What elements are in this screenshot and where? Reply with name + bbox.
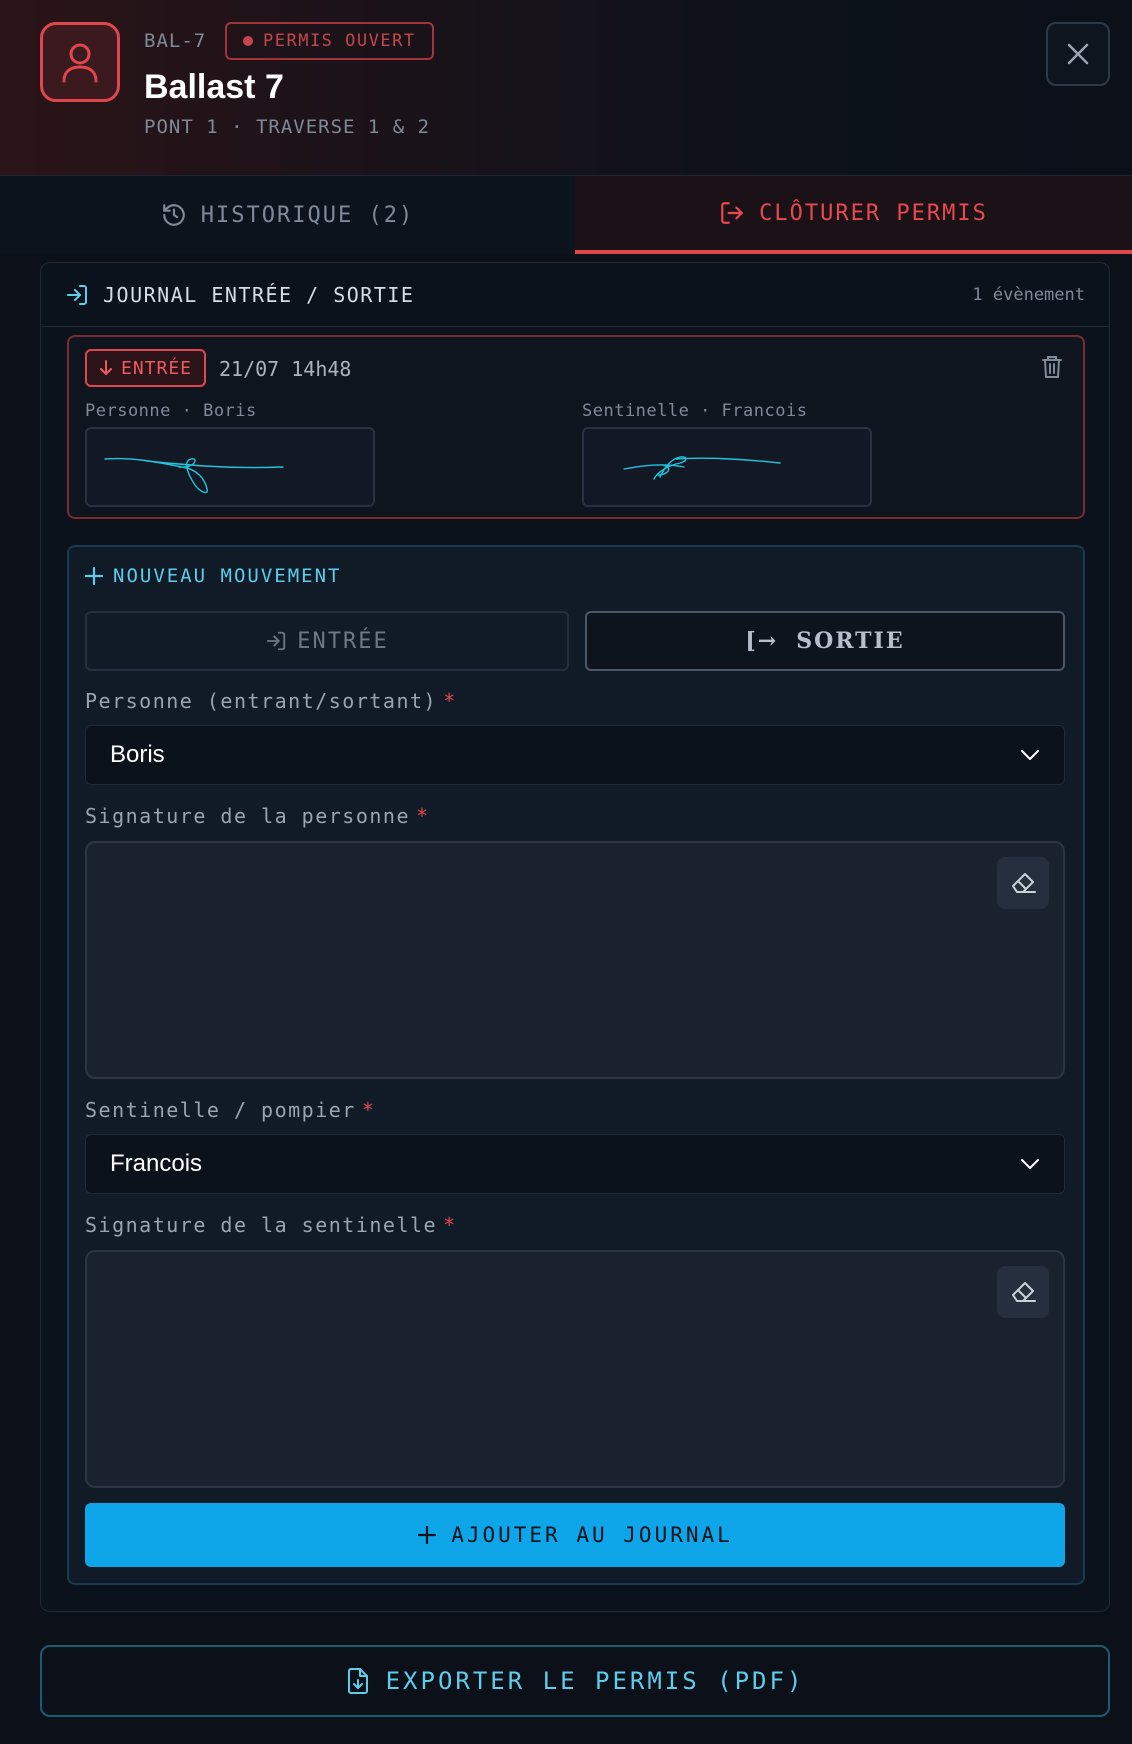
arrow-down-icon (100, 360, 112, 376)
person-field-label: Personne (entrant/sortant) * (85, 689, 457, 713)
logout-icon (721, 202, 743, 224)
history-icon (162, 204, 185, 226)
person-field-label-text: Personne (entrant/sortant) (85, 689, 438, 713)
sentinel-field-label-text: Sentinelle / pompier (85, 1098, 356, 1122)
close-icon (1067, 43, 1089, 65)
clear-person-signature-button[interactable] (997, 857, 1049, 909)
avatar (40, 22, 120, 102)
close-button[interactable] (1046, 22, 1110, 86)
file-download-icon (347, 1668, 368, 1694)
eraser-icon (1012, 1282, 1036, 1302)
person-select-value: Boris (110, 741, 165, 768)
required-mark: * (361, 1098, 376, 1122)
event-time: 21/07 14h48 (219, 357, 352, 381)
new-movement-title-label: NOUVEAU MOUVEMENT (113, 565, 342, 587)
permit-code: BAL-7 (144, 30, 207, 52)
log-event-card: ENTRÉE 21/07 14h48 Personne · Boris Sent… (67, 335, 1085, 519)
sentinel-select-value: Francois (110, 1150, 203, 1177)
toggle-entry-label: ENTRÉE (297, 628, 389, 654)
delete-event-button[interactable] (1041, 355, 1063, 383)
clear-sentinel-signature-button[interactable] (997, 1266, 1049, 1318)
plus-icon (418, 1525, 437, 1545)
person-signature-thumbnail (85, 427, 375, 507)
event-person-label: Personne · Boris (85, 401, 257, 421)
chevron-down-icon (1021, 1159, 1039, 1169)
tab-history-label: HISTORIQUE (2) (200, 202, 415, 228)
signature-drawing (623, 456, 781, 480)
sentinel-signature-label-text: Signature de la sentinelle (85, 1213, 438, 1237)
add-to-log-button[interactable]: AJOUTER AU JOURNAL (85, 1503, 1065, 1567)
login-icon (67, 284, 87, 305)
plus-icon (85, 567, 103, 585)
status-badge-label: PERMIS OUVERT (263, 31, 416, 51)
log-panel-header: JOURNAL ENTRÉE / SORTIE 1 évènement (41, 263, 1109, 327)
sentinel-signature-pad[interactable] (85, 1250, 1065, 1488)
toggle-exit-button[interactable]: [→ SORTIE (585, 611, 1065, 671)
page-subtitle: PONT 1 · TRAVERSE 1 & 2 (144, 116, 431, 138)
required-mark: * (415, 804, 430, 828)
log-title: JOURNAL ENTRÉE / SORTIE (103, 282, 415, 307)
user-icon (62, 43, 98, 83)
login-icon (267, 631, 286, 651)
event-sentinel-label: Sentinelle · Francois (582, 401, 808, 421)
export-pdf-label: EXPORTER LE PERMIS (PDF) (385, 1667, 805, 1695)
event-type-badge: ENTRÉE (85, 349, 207, 387)
person-select[interactable]: Boris (85, 725, 1065, 785)
person-signature-label-text: Signature de la personne (85, 804, 410, 828)
status-badge: PERMIS OUVERT (225, 22, 434, 60)
status-dot-icon (243, 36, 253, 46)
log-event-count: 1 évènement (972, 284, 1085, 305)
export-pdf-button[interactable]: EXPORTER LE PERMIS (PDF) (40, 1645, 1110, 1717)
person-signature-label: Signature de la personne * (85, 804, 430, 828)
new-movement-form: NOUVEAU MOUVEMENT ENTRÉE [→ SORTIE Perso… (67, 545, 1085, 1585)
sentinel-signature-label: Signature de la sentinelle * (85, 1213, 457, 1237)
log-panel: JOURNAL ENTRÉE / SORTIE 1 évènement ENTR… (40, 262, 1110, 1612)
required-mark: * (443, 1213, 457, 1237)
sentinel-select[interactable]: Francois (85, 1134, 1065, 1194)
person-signature-pad[interactable] (85, 841, 1065, 1079)
signature-drawing (104, 457, 284, 494)
toggle-entry-button[interactable]: ENTRÉE (85, 611, 569, 671)
chevron-down-icon (1021, 750, 1039, 760)
page-title: Ballast 7 (144, 68, 284, 106)
eraser-icon (1012, 873, 1036, 893)
permit-header: BAL-7 PERMIS OUVERT Ballast 7 PONT 1 · T… (0, 0, 1132, 176)
tab-history[interactable]: HISTORIQUE (2) (0, 176, 575, 254)
toggle-exit-label: SORTIE (796, 628, 905, 654)
tab-close-permit[interactable]: CLÔTURER PERMIS (575, 176, 1132, 254)
tab-close-permit-label: CLÔTURER PERMIS (759, 200, 988, 226)
sentinel-signature-thumbnail (582, 427, 872, 507)
required-mark: * (443, 689, 457, 713)
event-type-label: ENTRÉE (121, 357, 193, 379)
new-movement-title: NOUVEAU MOUVEMENT (85, 565, 341, 587)
add-to-log-label: AJOUTER AU JOURNAL (451, 1523, 733, 1547)
sentinel-field-label: Sentinelle / pompier * (85, 1098, 375, 1122)
tab-bar: HISTORIQUE (2) CLÔTURER PERMIS (0, 176, 1132, 254)
trash-icon (1042, 356, 1062, 378)
exit-icon: [→ (745, 628, 779, 654)
